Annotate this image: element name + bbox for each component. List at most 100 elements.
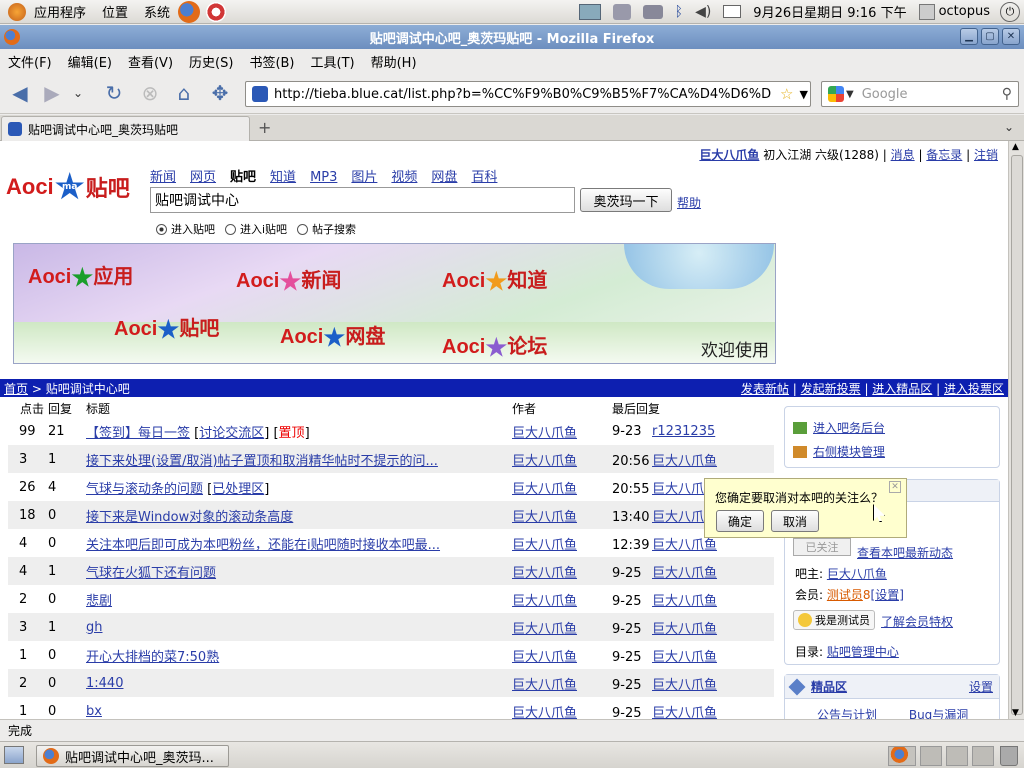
featured-area-link[interactable]: 进入精品区 <box>872 382 932 396</box>
bookmark-star-icon[interactable]: ☆ <box>780 85 793 103</box>
banner-item-news[interactable]: Aoci 新闻 <box>236 264 341 293</box>
member-rights-link[interactable]: 了解会员特权 <box>881 613 953 630</box>
thread-last-user-link[interactable]: 巨大八爪鱼 <box>652 594 717 609</box>
thread-title-link[interactable]: 接下来处理(设置/取消)帖子置顶和取消精华帖时不提示的问... <box>86 454 438 469</box>
nav-netdisk[interactable]: 网盘 <box>431 170 457 185</box>
screen-icon[interactable] <box>578 3 601 20</box>
thread-author-link[interactable]: 巨大八爪鱼 <box>512 650 577 665</box>
nav-news[interactable]: 新闻 <box>150 170 176 185</box>
thread-title-link[interactable]: 悲剧 <box>86 594 112 609</box>
site-logo[interactable]: Aoci ma 贴吧 <box>6 171 130 203</box>
mail-icon[interactable] <box>723 5 742 18</box>
menu-file[interactable]: 文件(F) <box>0 52 60 71</box>
thread-last-user-link[interactable]: r1231235 <box>652 424 715 439</box>
thread-title-link[interactable]: 【签到】每日一签 <box>86 426 190 441</box>
featured-settings-link[interactable]: 设置 <box>969 678 993 695</box>
search-icon[interactable]: ⚲ <box>1002 86 1012 102</box>
menu-system[interactable]: 系统 <box>136 2 178 21</box>
thread-author-link[interactable]: 巨大八爪鱼 <box>512 594 577 609</box>
radio-enter-tieba[interactable]: 进入贴吧 <box>156 221 215 237</box>
promo-banner[interactable]: Aoci 应用 Aoci 新闻 Aoci 知道 Aoci 贴吧 Aoci 网盘 Aoci 论… <box>13 243 776 364</box>
network-icon[interactable] <box>642 4 663 19</box>
back-icon[interactable]: ◀ <box>6 80 34 106</box>
firefox-launcher-icon[interactable] <box>178 0 201 23</box>
thread-tag-link[interactable]: 已处理区 <box>212 482 264 497</box>
menu-bookmarks[interactable]: 书签(B) <box>241 52 302 71</box>
maximize-icon[interactable]: ▢ <box>981 28 999 45</box>
nav-video[interactable]: 视频 <box>391 170 417 185</box>
owner-link[interactable]: 巨大八爪鱼 <box>827 567 887 581</box>
forward-icon[interactable]: ▶ <box>38 80 66 106</box>
admin-backend-link[interactable]: 进入吧务后台 <box>813 419 885 436</box>
nav-zhidao[interactable]: 知道 <box>270 170 296 185</box>
menu-help[interactable]: 帮助(H) <box>363 52 425 71</box>
tab-list-icon[interactable]: ⌄ <box>1004 120 1014 134</box>
banner-item-netdisk[interactable]: Aoci 网盘 <box>280 320 385 349</box>
url-text[interactable]: http://tieba.blue.cat/list.php?b=%CC%F9%… <box>274 87 774 102</box>
url-bar[interactable]: http://tieba.blue.cat/list.php?b=%CC%F9%… <box>245 81 811 107</box>
banner-item-zhidao[interactable]: Aoci 知道 <box>442 264 547 293</box>
menu-applications[interactable]: 应用程序 <box>26 2 94 21</box>
cancel-button[interactable]: 取消 <box>771 510 819 532</box>
thread-title-link[interactable]: 开心大排档的菜7:50熟 <box>86 650 219 665</box>
menu-history[interactable]: 历史(S) <box>181 52 241 71</box>
home-icon[interactable]: ⌂ <box>170 80 198 106</box>
thread-last-user-link[interactable]: 巨大八爪鱼 <box>652 566 717 581</box>
show-desktop-icon[interactable] <box>4 746 24 764</box>
workspace-firefox-icon[interactable] <box>888 746 916 766</box>
thread-title-link[interactable]: bx <box>86 704 102 719</box>
nav-mp3[interactable]: MP3 <box>310 170 337 185</box>
featured-item[interactable]: 公告与计划 <box>817 708 877 719</box>
member-link[interactable]: 测试员 <box>827 588 863 602</box>
fullscreen-icon[interactable]: ✥ <box>206 80 234 106</box>
member-badge[interactable]: 我是测试员 <box>793 610 875 630</box>
nav-web[interactable]: 网页 <box>190 170 216 185</box>
thread-last-user-link[interactable]: 巨大八爪鱼 <box>652 538 717 553</box>
tooltip-close-icon[interactable]: ✕ <box>889 481 901 493</box>
volume-icon[interactable]: ◀) <box>695 4 711 20</box>
latest-activity-link[interactable]: 查看本吧最新动态 <box>857 544 953 561</box>
new-post-link[interactable]: 发表新帖 <box>741 382 789 396</box>
gnome-foot-icon[interactable] <box>8 2 26 21</box>
thread-title-link[interactable]: 关注本吧后即可成为本吧粉丝，还能在i贴吧随时接收本吧最... <box>86 538 440 553</box>
crumb-home[interactable]: 首页 <box>4 382 28 396</box>
help-link[interactable]: 帮助 <box>677 194 701 211</box>
help-launcher-icon[interactable] <box>206 1 227 22</box>
menu-tools[interactable]: 工具(T) <box>303 52 363 71</box>
radio-enter-itieba[interactable]: 进入i贴吧 <box>225 221 287 237</box>
module-manage-link[interactable]: 右侧模块管理 <box>813 443 885 460</box>
memo-link[interactable]: 备忘录 <box>926 148 962 162</box>
thread-last-user-link[interactable]: 巨大八爪鱼 <box>652 622 717 637</box>
thread-author-link[interactable]: 巨大八爪鱼 <box>512 678 577 693</box>
clock[interactable]: 9月26日星期日 9:16 下午 <box>753 2 906 21</box>
workspace-2[interactable] <box>920 746 942 766</box>
thread-author-link[interactable]: 巨大八爪鱼 <box>512 566 577 581</box>
window-titlebar[interactable]: 贴吧调试中心吧_奥茨玛贴吧 - Mozilla Firefox ▁ ▢ ✕ <box>0 25 1024 49</box>
thread-title-link[interactable]: 气球在火狐下还有问题 <box>86 566 216 581</box>
thread-last-user-link[interactable]: 巨大八爪鱼 <box>652 454 717 469</box>
url-dropdown-icon[interactable]: ▼ <box>799 88 807 101</box>
reload-icon[interactable]: ↻ <box>100 80 128 106</box>
taskbar-firefox-window[interactable]: 贴吧调试中心吧_奥茨玛... <box>36 745 229 767</box>
followed-button[interactable]: 已关注 <box>793 538 851 556</box>
search-button[interactable]: 奥茨玛一下 <box>580 188 672 212</box>
confirm-button[interactable]: 确定 <box>716 510 764 532</box>
scroll-up-icon[interactable]: ▲ <box>1012 142 1019 152</box>
thread-tag-link[interactable]: 讨论交流区 <box>199 426 264 441</box>
thread-last-user-link[interactable]: 巨大八爪鱼 <box>652 650 717 665</box>
scroll-thumb[interactable] <box>1011 155 1023 715</box>
banner-item-apps[interactable]: Aoci 应用 <box>28 260 133 289</box>
search-bar[interactable]: ▼ Google ⚲ <box>821 81 1019 107</box>
thread-author-link[interactable]: 巨大八爪鱼 <box>512 510 577 525</box>
thread-author-link[interactable]: 巨大八爪鱼 <box>512 482 577 497</box>
history-dropdown-icon[interactable]: ⌄ <box>70 80 86 106</box>
featured-link[interactable]: 精品区 <box>811 678 847 695</box>
user-link[interactable]: 巨大八爪鱼 <box>699 148 759 162</box>
dir-link[interactable]: 贴吧管理中心 <box>827 645 899 659</box>
thread-author-link[interactable]: 巨大八爪鱼 <box>512 454 577 469</box>
member-settings-link[interactable]: [设置] <box>871 588 904 602</box>
scroll-down-icon[interactable]: ▼ <box>1012 708 1019 718</box>
messages-link[interactable]: 消息 <box>891 148 915 162</box>
workspace-4[interactable] <box>972 746 994 766</box>
thread-author-link[interactable]: 巨大八爪鱼 <box>512 426 577 441</box>
